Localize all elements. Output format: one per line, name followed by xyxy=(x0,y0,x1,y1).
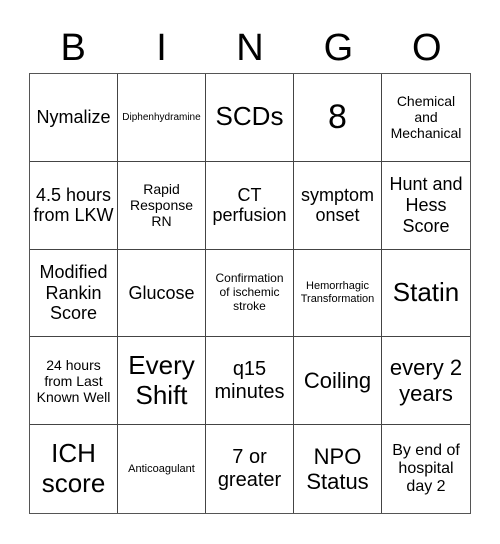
bingo-cell[interactable]: Statin xyxy=(382,250,470,338)
bingo-cell[interactable]: Anticoagulant xyxy=(118,425,206,513)
bingo-cell[interactable]: Chemical and Mechanical xyxy=(382,74,470,162)
bingo-cell[interactable]: q15 minutes xyxy=(206,337,294,426)
bingo-cell[interactable]: Modified Rankin Score xyxy=(30,249,118,338)
bingo-cell[interactable]: 24 hours from Last Known Well xyxy=(30,337,118,426)
bingo-cell[interactable]: 8 xyxy=(294,74,382,162)
bingo-cell[interactable]: 4.5 hours from LKW xyxy=(30,161,118,250)
bingo-board: Nymalize Diphenhydramine SCDs 8 Chemical… xyxy=(29,73,471,514)
header-letter-b: B xyxy=(60,27,86,69)
bingo-cell[interactable]: CT perfusion xyxy=(206,161,294,250)
header-letter-i: I xyxy=(156,27,167,69)
bingo-cell[interactable]: Every Shift xyxy=(118,337,206,426)
bingo-cell[interactable]: Rapid Response RN xyxy=(118,161,206,250)
bingo-cell[interactable]: Diphenhydramine xyxy=(118,74,206,162)
bingo-cell[interactable]: every 2 years xyxy=(382,337,470,426)
bingo-cell[interactable]: Confirmation of ischemic stroke xyxy=(206,249,294,338)
bingo-cell[interactable]: 7 or greater xyxy=(206,425,294,513)
bingo-cell[interactable]: ICH score xyxy=(30,425,118,513)
bingo-cell[interactable]: symptom onset xyxy=(294,161,382,250)
bingo-cell[interactable]: Nymalize xyxy=(30,74,118,162)
bingo-cell[interactable]: By end of hospital day 2 xyxy=(382,425,470,513)
bingo-cell[interactable]: NPO Status xyxy=(294,425,382,513)
header-letter-o: O xyxy=(411,27,442,69)
bingo-cell[interactable]: Hemorrhagic Transformation xyxy=(294,249,382,338)
header-letter-n: N xyxy=(236,27,264,69)
bingo-cell[interactable]: Coiling xyxy=(294,337,382,426)
bingo-cell[interactable]: Glucose xyxy=(118,249,206,338)
bingo-cell[interactable]: SCDs xyxy=(206,74,294,162)
bingo-header: B I N G O xyxy=(29,24,471,72)
header-letter-g: G xyxy=(323,27,354,69)
bingo-cell[interactable]: Hunt and Hess Score xyxy=(382,162,470,250)
